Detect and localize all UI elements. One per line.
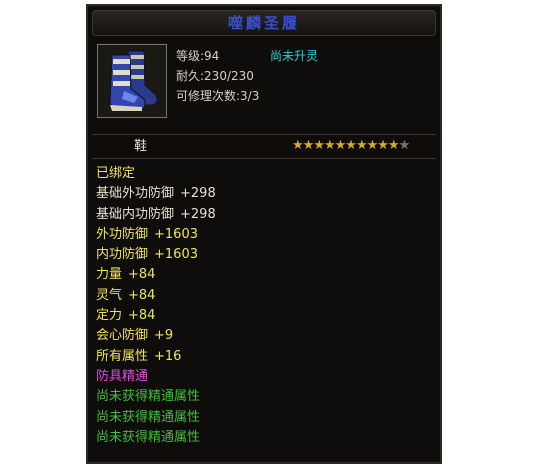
attribute-row: 所有属性 +16 <box>96 347 436 367</box>
star-empty-icon: ★ <box>398 138 411 153</box>
attribute-row: 会心防御 +9 <box>96 326 436 346</box>
star-filled-icon: ★ <box>292 138 304 153</box>
attribute-list: 已绑定基础外功防御 +298 基础内功防御 +298 外功防御 +1603 内功防御 +160… <box>92 164 436 448</box>
spirit-status: 尚未升灵 <box>270 49 319 63</box>
attribute-name: 内功防御 <box>96 247 149 263</box>
attribute-name: 外功防御 <box>96 226 149 242</box>
attribute-row: 尚未获得精通属性 <box>96 408 436 428</box>
attribute-row: 内功防御 +1603 <box>96 245 436 265</box>
attribute-name: 会心防御 <box>96 328 149 344</box>
attribute-name: 尚未获得精通属性 <box>96 429 201 445</box>
item-durability: 耐久:230/230 <box>176 69 254 83</box>
attribute-name: 灵气 <box>96 287 123 303</box>
attribute-row: 定力 +84 <box>96 306 436 326</box>
attribute-row: 灵气 +84 <box>96 286 436 306</box>
item-type-row: 鞋 ★★★★★★★★★★★ <box>92 136 436 159</box>
attribute-value: +1603 <box>154 247 198 263</box>
item-stats-top: 等级:94 耐久:230/230 可修理次数:3/3 <box>176 46 259 106</box>
attribute-name: 尚未获得精通属性 <box>96 409 201 425</box>
attribute-row: 基础内功防御 +298 <box>96 205 436 225</box>
star-filled-icon: ★ <box>302 138 315 153</box>
attribute-value: +84 <box>128 308 156 324</box>
attribute-row: 已绑定 <box>96 164 436 184</box>
attribute-name: 尚未获得精通属性 <box>96 389 201 405</box>
item-type: 鞋 <box>134 139 148 154</box>
attribute-row: 防具精通 <box>96 367 436 387</box>
attribute-name: 防具精通 <box>96 368 149 384</box>
item-repair-count: 可修理次数:3/3 <box>176 89 260 103</box>
attribute-value: +84 <box>128 267 156 283</box>
star-rating: ★★★★★★★★★★★ <box>292 137 411 155</box>
attribute-value: +298 <box>180 206 216 222</box>
item-name-title: 噬麟圣履 <box>92 10 436 36</box>
star-filled-icon: ★ <box>313 138 325 153</box>
star-filled-icon: ★ <box>355 138 368 153</box>
star-filled-icon: ★ <box>377 138 389 153</box>
attribute-value: +1603 <box>154 226 198 242</box>
attribute-name: 所有属性 <box>96 348 149 364</box>
attribute-value: +16 <box>154 348 182 364</box>
attribute-value: +298 <box>180 186 216 202</box>
boot-icon <box>97 44 167 118</box>
attribute-row: 基础外功防御 +298 <box>96 184 436 204</box>
star-filled-icon: ★ <box>366 138 379 153</box>
attribute-row: 外功防御 +1603 <box>96 225 436 245</box>
item-tooltip-panel: 噬麟圣履 等级:94 耐久:230/230 可修理次数:3/3 尚未升灵 鞋 ★… <box>86 4 442 464</box>
attribute-row: 尚未获得精通属性 <box>96 428 436 448</box>
star-filled-icon: ★ <box>334 138 347 153</box>
attribute-name: 已绑定 <box>96 166 136 181</box>
item-level: 等级:94 <box>176 49 220 63</box>
attribute-row: 尚未获得精通属性 <box>96 387 436 407</box>
attribute-value: +84 <box>128 287 156 303</box>
item-header: 等级:94 耐久:230/230 可修理次数:3/3 尚未升灵 <box>92 36 436 135</box>
attribute-name: 基础外功防御 <box>96 186 175 202</box>
star-filled-icon: ★ <box>323 138 336 153</box>
attribute-name: 力量 <box>96 267 123 283</box>
star-filled-icon: ★ <box>387 138 400 153</box>
star-filled-icon: ★ <box>345 138 357 153</box>
attribute-row: 力量 +84 <box>96 265 436 285</box>
attribute-name: 基础内功防御 <box>96 206 175 222</box>
attribute-value: +9 <box>154 328 174 344</box>
attribute-name: 定力 <box>96 308 123 324</box>
